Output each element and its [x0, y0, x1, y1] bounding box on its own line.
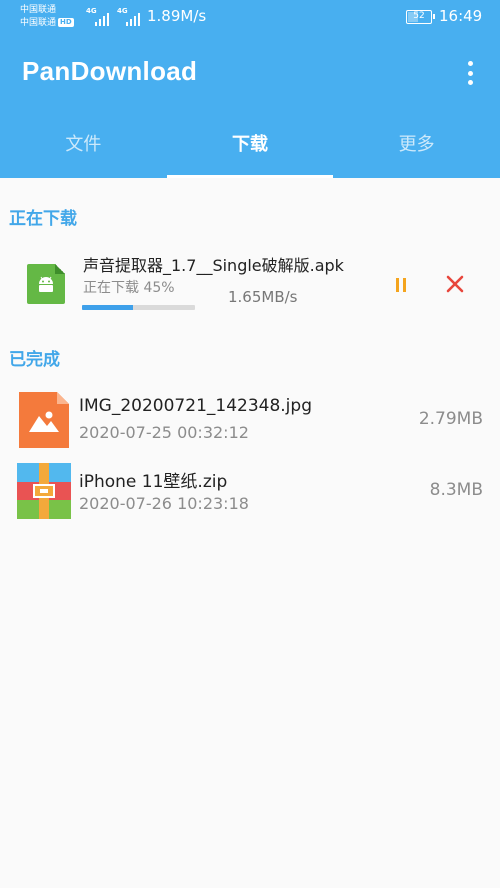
download-progress-fill: [82, 305, 133, 310]
more-options-button[interactable]: [458, 58, 482, 88]
carrier-info: 中国联通 中国联通 HD: [20, 4, 74, 30]
more-vertical-icon-dot: [467, 70, 473, 76]
download-progress-bar: [82, 305, 195, 310]
tab-downloads[interactable]: 下载: [166, 118, 334, 178]
more-vertical-icon: [467, 61, 473, 66]
completed-file-item[interactable]: IMG_20200721_142348.jpg 2020-07-25 00:32…: [0, 389, 500, 453]
download-status: 正在下载 45%: [83, 280, 175, 296]
tab-files[interactable]: 文件: [0, 118, 167, 178]
network-type-1: 4G: [86, 7, 97, 15]
zip-archive-icon: [17, 463, 71, 519]
completed-section-title: 已完成: [9, 350, 60, 370]
signal-indicators: 4G 4G: [86, 7, 140, 26]
close-icon: [446, 275, 464, 293]
file-date: 2020-07-25 00:32:12: [79, 423, 249, 442]
app-title: PanDownload: [22, 56, 198, 86]
carrier-2: 中国联通: [20, 18, 57, 28]
download-speed: 1.65MB/s: [228, 288, 298, 306]
file-size: 2.79MB: [418, 409, 483, 429]
download-item[interactable]: 声音提取器_1.7__Single破解版.apk 正在下载 45% 1.65MB…: [0, 240, 500, 320]
tab-bar: 文件 下载 更多: [0, 118, 500, 178]
network-speed: 1.89M/s: [147, 7, 207, 25]
network-type-2: 4G: [117, 7, 128, 15]
pause-icon: [396, 278, 399, 292]
pause-button[interactable]: [390, 274, 412, 296]
downloading-section-title: 正在下载: [9, 209, 77, 229]
more-vertical-icon-dot: [467, 80, 473, 85]
battery-level: 52: [413, 11, 425, 21]
status-time: 16:49: [439, 7, 483, 25]
hd-badge: HD: [58, 18, 74, 27]
image-file-icon: [19, 392, 69, 448]
battery-icon: 52: [406, 10, 435, 24]
tab-more[interactable]: 更多: [333, 118, 500, 178]
file-name: IMG_20200721_142348.jpg: [79, 396, 312, 416]
completed-file-item[interactable]: iPhone 11壁纸.zip 2020-07-26 10:23:18 8.3M…: [0, 460, 500, 524]
android-file-icon: [27, 264, 65, 304]
signal-strength-icon: 4G: [86, 7, 109, 26]
status-bar: 中国联通 中国联通 HD 4G 4G 1.89M/s 52 16:49: [0, 0, 500, 36]
download-file-name: 声音提取器_1.7__Single破解版.apk: [83, 256, 344, 275]
file-date: 2020-07-26 10:23:18: [79, 494, 249, 513]
app-header: 中国联通 中国联通 HD 4G 4G 1.89M/s 52 16:49 PanD…: [0, 0, 500, 178]
cancel-download-button[interactable]: [444, 273, 466, 295]
carrier-1: 中国联通: [20, 5, 57, 15]
pause-icon-bar: [403, 278, 406, 292]
file-size: 8.3MB: [429, 480, 483, 500]
signal-strength-icon: 4G: [117, 7, 140, 26]
file-name: iPhone 11壁纸.zip: [79, 472, 228, 492]
